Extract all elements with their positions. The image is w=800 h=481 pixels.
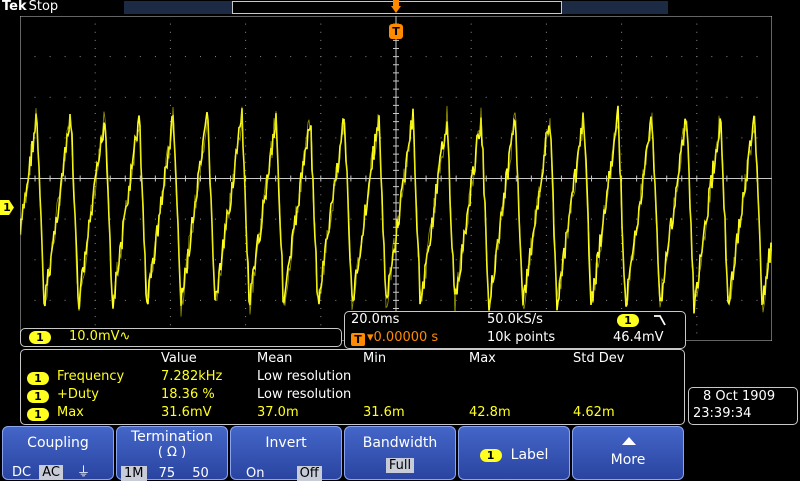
more-button[interactable]: More xyxy=(572,426,684,480)
termination-option-75[interactable]: 75 xyxy=(156,466,179,481)
channel-scale: 10.0mV∿ xyxy=(69,329,131,344)
bandwidth-button[interactable]: Bandwidth Full xyxy=(344,426,456,480)
date: 8 Oct 1909 xyxy=(703,389,776,404)
bandwidth-label: Bandwidth xyxy=(362,435,438,451)
termination-button[interactable]: Termination ( Ω ) 1M 75 50 xyxy=(116,426,228,481)
invert-option-on[interactable]: On xyxy=(243,466,267,481)
trigger-marker-icon[interactable]: T xyxy=(389,24,403,39)
trigger-level: 46.4mV xyxy=(613,330,664,345)
sample-rate: 50.0kS/s xyxy=(487,312,543,327)
invert-button[interactable]: Invert On Off xyxy=(230,426,342,481)
chevron-up-icon xyxy=(622,437,636,445)
channel-readout[interactable]: 1 10.0mV∿ xyxy=(20,328,342,347)
horizontal-readout[interactable]: 20.0ms 50.0kS/s 1 T ▾0.00000 s 10k point… xyxy=(344,311,686,349)
measurement-name: Max xyxy=(57,405,84,420)
coupling-button[interactable]: Coupling DC AC ⏚ xyxy=(2,426,114,480)
label-text: Label xyxy=(510,447,549,463)
invert-option-off[interactable]: Off xyxy=(296,466,322,481)
record-length: 10k points xyxy=(487,330,556,345)
trigger-delay: ▾0.00000 s xyxy=(367,330,439,345)
measurement-mean: Low resolution xyxy=(257,369,352,384)
termination-option-1m[interactable]: 1M xyxy=(121,466,147,481)
trigger-source-badge: 1 xyxy=(617,314,639,327)
trigger-position-icon xyxy=(391,0,401,13)
coupling-option-dc[interactable]: DC xyxy=(9,465,34,480)
measurement-min: 31.6m xyxy=(363,405,405,420)
measurement-mean: Low resolution xyxy=(257,387,352,402)
more-label: More xyxy=(610,452,646,468)
header-value: Value xyxy=(161,351,197,366)
measurement-value: 7.282kHz xyxy=(161,369,223,384)
coupling-option-ac[interactable]: AC xyxy=(39,465,63,480)
channel-badge: 1 xyxy=(29,331,51,344)
channel-1-ground-marker[interactable]: 1 xyxy=(0,200,14,215)
header-std-dev: Std Dev xyxy=(573,351,625,366)
termination-label: Termination xyxy=(130,429,214,445)
invert-label: Invert xyxy=(265,435,307,451)
top-status-bar: Tek Stop xyxy=(0,0,800,16)
datetime-readout[interactable]: 8 Oct 1909 23:39:34 xyxy=(688,387,798,425)
trigger-slope-icon xyxy=(654,315,666,326)
trigger-delay-icon: T xyxy=(351,333,365,346)
ground-icon[interactable]: ⏚ xyxy=(74,461,93,480)
measurement-mean: 37.0m xyxy=(257,405,299,420)
header-max: Max xyxy=(469,351,496,366)
brand-name: Tek xyxy=(2,0,27,14)
measurement-channel-badge: 1 xyxy=(27,372,49,385)
timebase: 20.0ms xyxy=(351,312,400,327)
waveform-display[interactable] xyxy=(20,16,772,341)
measurement-name: +Duty xyxy=(57,387,99,402)
time: 23:39:34 xyxy=(693,406,752,421)
brand-status: Tek Stop xyxy=(2,0,58,14)
measurement-value: 31.6mV xyxy=(161,405,212,420)
measurement-channel-badge: 1 xyxy=(27,408,49,421)
measurement-value: 18.36 % xyxy=(161,387,215,402)
label-channel-badge: 1 xyxy=(479,449,502,462)
bandwidth-limit-icon: ∿ xyxy=(119,329,131,344)
measurement-std-dev: 4.62m xyxy=(573,405,615,420)
coupling-label: Coupling xyxy=(27,435,89,451)
measurement-panel[interactable]: Value Mean Min Max Std Dev 1 Frequency 7… xyxy=(20,349,685,425)
acquisition-state: Stop xyxy=(28,0,59,14)
termination-unit: ( Ω ) xyxy=(157,445,187,460)
termination-option-50[interactable]: 50 xyxy=(189,466,212,481)
measurement-max: 42.8m xyxy=(469,405,511,420)
bandwidth-value: Full xyxy=(385,458,415,473)
measurement-channel-badge: 1 xyxy=(27,390,49,403)
label-button[interactable]: 1 Label xyxy=(458,426,570,480)
header-min: Min xyxy=(363,351,387,366)
measurement-name: Frequency xyxy=(57,369,125,384)
header-mean: Mean xyxy=(257,351,293,366)
